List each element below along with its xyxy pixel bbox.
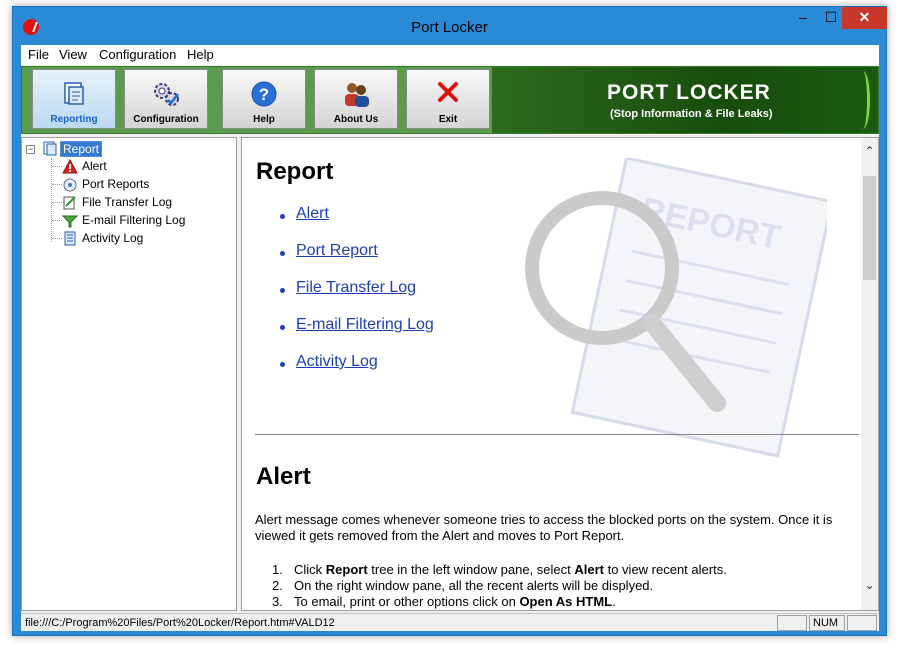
svg-text:?: ? — [259, 85, 269, 104]
exit-x-icon — [438, 82, 458, 102]
tree-connector — [52, 220, 62, 221]
report-tree: − Report Alert Port Reports File Transfe… — [21, 137, 237, 611]
tree-expander-icon[interactable]: − — [26, 145, 35, 154]
about-us-button[interactable]: About Us — [314, 69, 398, 129]
status-pane-empty — [777, 615, 807, 631]
exit-label: Exit — [438, 114, 458, 125]
status-pane-empty — [847, 615, 877, 631]
bullet-icon — [280, 288, 285, 293]
tree-item-report[interactable]: Report — [42, 141, 162, 157]
bullet-icon — [280, 362, 285, 367]
port-icon — [63, 178, 77, 192]
link-port-report[interactable]: Port Report — [296, 242, 378, 260]
tree-connector — [51, 158, 52, 242]
file-transfer-icon — [63, 196, 76, 210]
help-label: Help — [253, 114, 275, 125]
toolbar: Reporting Configuration ? Help About Us … — [21, 66, 879, 134]
scroll-up-icon[interactable]: ⌃ — [861, 144, 878, 162]
step-text: to view recent alerts. — [603, 562, 727, 577]
bullet-icon — [280, 251, 285, 256]
step-bold: Report — [325, 562, 368, 577]
tree-item-label: E-mail Filtering Log — [82, 213, 186, 227]
menu-view[interactable]: View — [59, 47, 87, 62]
client-area: File View Configuration Help Reporting C… — [21, 45, 879, 631]
email-filter-icon — [62, 215, 78, 228]
reporting-label: Reporting — [50, 114, 98, 125]
step-text: On the right window pane, all the recent… — [294, 578, 654, 593]
link-file-transfer-log[interactable]: File Transfer Log — [296, 279, 416, 297]
minimize-button[interactable]: – — [788, 7, 818, 29]
step-text: To email, print or other options click o… — [294, 594, 520, 609]
content-scrollbar[interactable]: ⌃ ⌄ — [861, 138, 878, 610]
step-text: . — [612, 594, 616, 609]
num-lock-indicator: NUM — [809, 615, 845, 631]
report-magnifier-watermark: REPORT — [525, 158, 827, 458]
tree-item-label: Alert — [82, 159, 107, 173]
step-number: 2. — [272, 578, 283, 593]
report-node-icon — [43, 141, 57, 156]
users-icon — [345, 83, 369, 107]
tree-item-label: Port Reports — [82, 177, 150, 191]
section-divider — [255, 434, 859, 435]
tree-connector — [52, 166, 62, 167]
link-email-filtering-log[interactable]: E-mail Filtering Log — [296, 316, 434, 334]
app-window: Port Locker – ☐ ✕ File View Configuratio… — [12, 6, 887, 636]
link-alert[interactable]: Alert — [296, 205, 329, 223]
banner-title: PORT LOCKER — [607, 81, 771, 104]
scroll-thumb[interactable] — [863, 176, 876, 280]
tree-connector — [52, 184, 62, 185]
alert-section-heading: Alert — [256, 463, 311, 490]
menu-file[interactable]: File — [28, 47, 49, 62]
step-item: 1. Click Report tree in the left window p… — [272, 562, 727, 577]
step-text: Click — [294, 562, 326, 577]
step-bold: Open As HTML — [519, 594, 613, 609]
step-number: 3. — [272, 594, 283, 609]
status-url: file:///C:/Program%20Files/Port%20Locker… — [25, 617, 335, 629]
about-us-label: About Us — [333, 114, 379, 125]
step-text: tree in the left window pane, select — [367, 562, 575, 577]
gears-icon — [154, 83, 179, 106]
activity-log-icon — [64, 231, 76, 246]
window-title: Port Locker — [411, 19, 488, 36]
help-button[interactable]: ? Help — [222, 69, 306, 129]
configuration-label: Configuration — [133, 114, 199, 125]
banner-subtitle: (Stop Information & File Leaks) — [610, 108, 773, 120]
help-question-icon: ? — [251, 81, 277, 107]
tree-item-label: Activity Log — [82, 231, 144, 245]
title-bar[interactable]: Port Locker – ☐ ✕ — [13, 7, 887, 45]
step-number: 1. — [272, 562, 283, 577]
status-bar: file:///C:/Program%20Files/Port%20Locker… — [21, 613, 879, 631]
alert-triangle-icon — [62, 159, 78, 174]
bullet-icon — [280, 325, 285, 330]
configuration-button[interactable]: Configuration — [124, 69, 208, 129]
alert-description: Alert message comes whenever someone tri… — [255, 512, 833, 543]
product-banner: PORT LOCKER (Stop Information & File Lea… — [492, 67, 878, 133]
tree-item-label: File Transfer Log — [82, 195, 173, 209]
step-bold: Alert — [574, 562, 604, 577]
menu-bar: File View Configuration Help — [21, 45, 879, 65]
step-item: 2. On the right window pane, all the rece… — [272, 578, 653, 593]
exit-button[interactable]: Exit — [406, 69, 490, 129]
tree-root-label: Report — [60, 141, 103, 157]
report-heading: Report — [256, 158, 334, 185]
menu-help[interactable]: Help — [187, 47, 214, 62]
tree-connector — [52, 202, 62, 203]
report-content-pane: REPORT Report Alert Port Report File Tra… — [241, 137, 879, 611]
bullet-icon — [280, 214, 285, 219]
tree-connector — [52, 238, 62, 239]
step-item: 3. To email, print or other options click… — [272, 594, 616, 609]
reporting-button[interactable]: Reporting — [32, 69, 116, 129]
report-document-icon — [64, 82, 84, 105]
banner-swoosh — [856, 71, 870, 129]
scroll-down-icon[interactable]: ⌄ — [861, 578, 878, 596]
close-button[interactable]: ✕ — [842, 7, 887, 29]
menu-configuration[interactable]: Configuration — [99, 47, 176, 62]
link-activity-log[interactable]: Activity Log — [296, 353, 378, 371]
